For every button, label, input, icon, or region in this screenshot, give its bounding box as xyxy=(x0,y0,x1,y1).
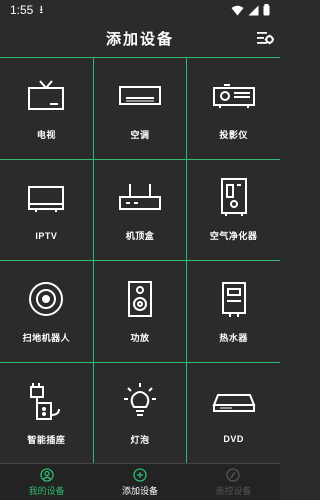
device-light-bulb[interactable]: 灯泡 xyxy=(94,362,188,464)
download-icon: ⭳ xyxy=(39,3,44,16)
device-label: 智能插座 xyxy=(27,434,66,445)
tab-label: 我的设备 xyxy=(28,485,65,496)
air-purifier-icon xyxy=(211,177,257,217)
device-label: 电视 xyxy=(36,129,56,140)
water-heater-icon xyxy=(211,279,257,319)
device-label: 空气净化器 xyxy=(209,231,258,242)
device-tv[interactable]: 电视 xyxy=(0,58,94,159)
device-label: DVD xyxy=(223,434,244,445)
iptv-icon xyxy=(23,179,69,219)
user-icon xyxy=(40,467,54,482)
air-conditioner-icon xyxy=(117,76,163,116)
remote-icon xyxy=(226,467,240,482)
dvd-icon xyxy=(211,382,257,422)
header: 添加设备 xyxy=(0,20,280,57)
device-smart-socket[interactable]: 智能插座 xyxy=(0,362,94,464)
robot-vacuum-icon xyxy=(23,279,69,319)
device-row: IPTV 机顶盒 空气净化器 xyxy=(0,159,280,261)
device-label: 灯泡 xyxy=(130,434,150,445)
device-row: 智能插座 灯泡 DVD xyxy=(0,362,280,465)
device-label: 机顶盒 xyxy=(125,231,155,242)
projector-icon xyxy=(211,76,257,116)
device-label: IPTV xyxy=(35,230,58,241)
device-label: 空调 xyxy=(130,129,150,140)
settings-icon[interactable] xyxy=(256,29,274,47)
signal-icon xyxy=(248,5,259,15)
tv-icon xyxy=(23,76,69,116)
device-speaker[interactable]: 功放 xyxy=(94,261,188,362)
device-grid: 电视 空调 投影仪 IPTV 机顶盒 空气净化器 扫地机器人 功放 热水器 智能… xyxy=(0,57,280,465)
device-air-conditioner[interactable]: 空调 xyxy=(94,58,188,159)
status-bar: 1:55 ⭳ xyxy=(0,0,280,20)
tab-remote-devices[interactable]: 遥控设备 xyxy=(187,464,280,500)
tab-label: 添加设备 xyxy=(121,485,158,496)
page-title: 添加设备 xyxy=(105,31,174,48)
light-bulb-icon xyxy=(117,381,163,421)
device-row: 电视 空调 投影仪 xyxy=(0,58,280,160)
wifi-icon xyxy=(231,5,244,15)
device-label: 功放 xyxy=(130,332,150,343)
speaker-icon xyxy=(117,279,163,319)
bottom-tab-bar: 我的设备 添加设备 遥控设备 xyxy=(0,463,280,500)
smart-socket-icon xyxy=(23,381,69,421)
device-label: 投影仪 xyxy=(219,129,248,140)
tab-add-device[interactable]: 添加设备 xyxy=(93,464,186,500)
device-iptv[interactable]: IPTV xyxy=(0,159,94,260)
status-time: 1:55 xyxy=(10,3,34,17)
device-water-heater[interactable]: 热水器 xyxy=(187,261,280,362)
battery-icon xyxy=(263,4,270,16)
device-label: 扫地机器人 xyxy=(22,332,71,343)
plus-circle-icon xyxy=(133,467,147,482)
device-projector[interactable]: 投影仪 xyxy=(187,58,280,159)
device-set-top-box[interactable]: 机顶盒 xyxy=(94,159,188,260)
device-air-purifier[interactable]: 空气净化器 xyxy=(187,160,280,261)
device-row: 扫地机器人 功放 热水器 xyxy=(0,261,280,363)
set-top-box-icon xyxy=(117,177,163,217)
device-dvd[interactable]: DVD xyxy=(187,363,280,465)
device-robot-vacuum[interactable]: 扫地机器人 xyxy=(0,261,94,362)
status-icons xyxy=(231,4,270,16)
tab-label: 遥控设备 xyxy=(215,485,252,496)
device-label: 热水器 xyxy=(219,332,248,343)
tab-my-devices[interactable]: 我的设备 xyxy=(0,464,93,500)
